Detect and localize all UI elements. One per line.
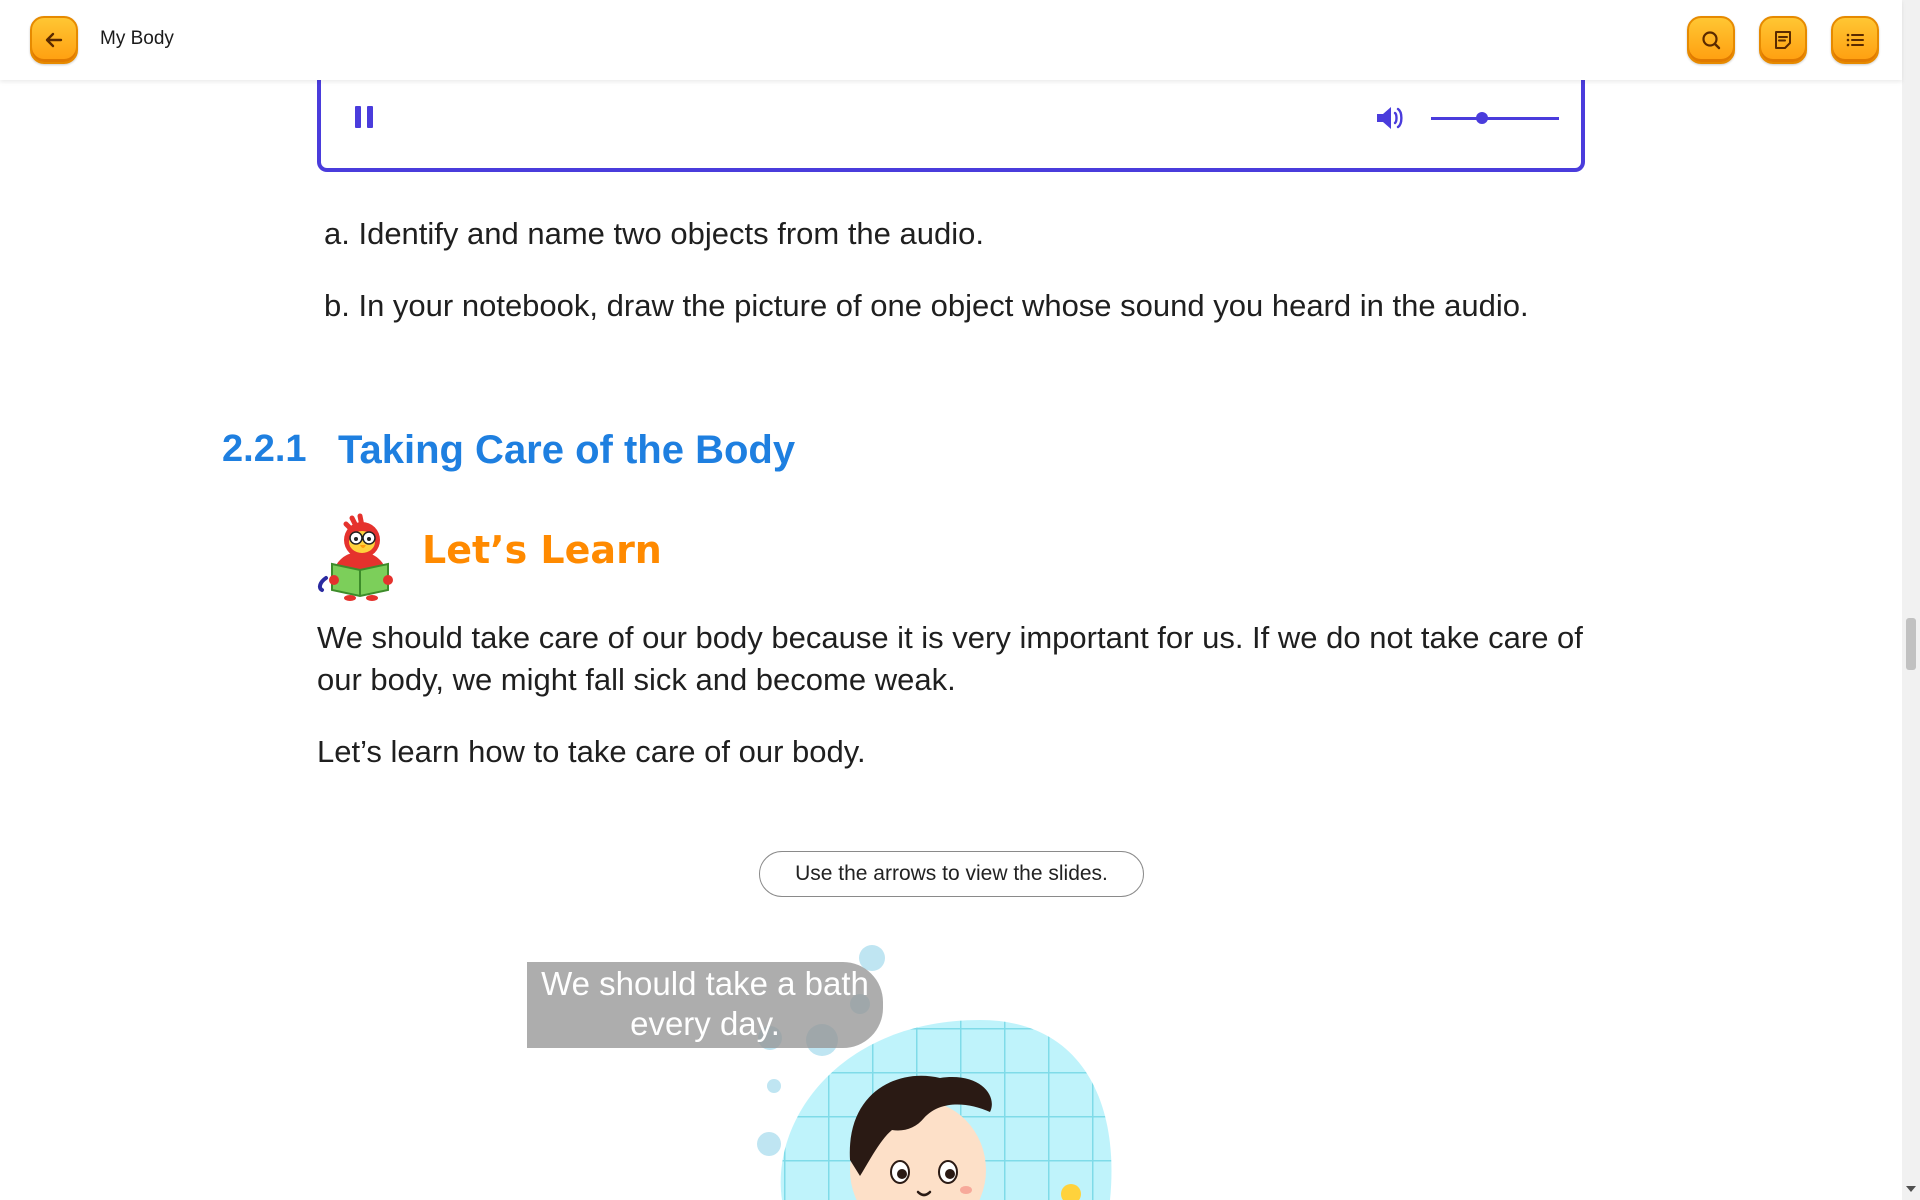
paragraph-lets-learn: Let’s learn how to take care of our body… — [317, 734, 866, 769]
scroll-down-arrow-icon[interactable] — [1906, 1186, 1916, 1192]
search-button[interactable] — [1687, 16, 1735, 64]
section-title: Taking Care of the Body — [338, 428, 796, 472]
slides-hint: Use the arrows to view the slides. — [759, 851, 1144, 897]
table-of-contents-button[interactable] — [1831, 16, 1879, 64]
volume-slider-handle[interactable] — [1476, 112, 1489, 124]
notes-icon — [1775, 31, 1791, 49]
search-icon — [1702, 31, 1721, 50]
scrollbar[interactable] — [1902, 0, 1920, 1200]
top-bar: My Body — [0, 0, 1902, 80]
slide-caption: We should take a bath every day. — [527, 962, 883, 1048]
back-button[interactable] — [30, 16, 78, 64]
list-menu-icon — [1846, 33, 1864, 47]
scrollbar-thumb[interactable] — [1906, 618, 1916, 670]
pause-button[interactable] — [355, 106, 377, 130]
volume-slider[interactable] — [1431, 112, 1559, 124]
volume-icon[interactable] — [1373, 102, 1405, 134]
parrot-reading-mascot-icon — [317, 513, 393, 601]
app-title: My Body — [100, 28, 174, 49]
arrow-left-icon — [45, 32, 63, 48]
question-b: b. In your notebook, draw the picture of… — [324, 288, 1529, 323]
audio-player — [317, 70, 1585, 172]
lets-learn-heading: Let’s Learn — [422, 528, 662, 572]
section-number: 2.2.1 — [222, 428, 307, 470]
paragraph-body-care: We should take care of our body because … — [317, 620, 1583, 697]
notes-button[interactable] — [1759, 16, 1807, 64]
question-a: a. Identify and name two objects from th… — [324, 216, 984, 251]
